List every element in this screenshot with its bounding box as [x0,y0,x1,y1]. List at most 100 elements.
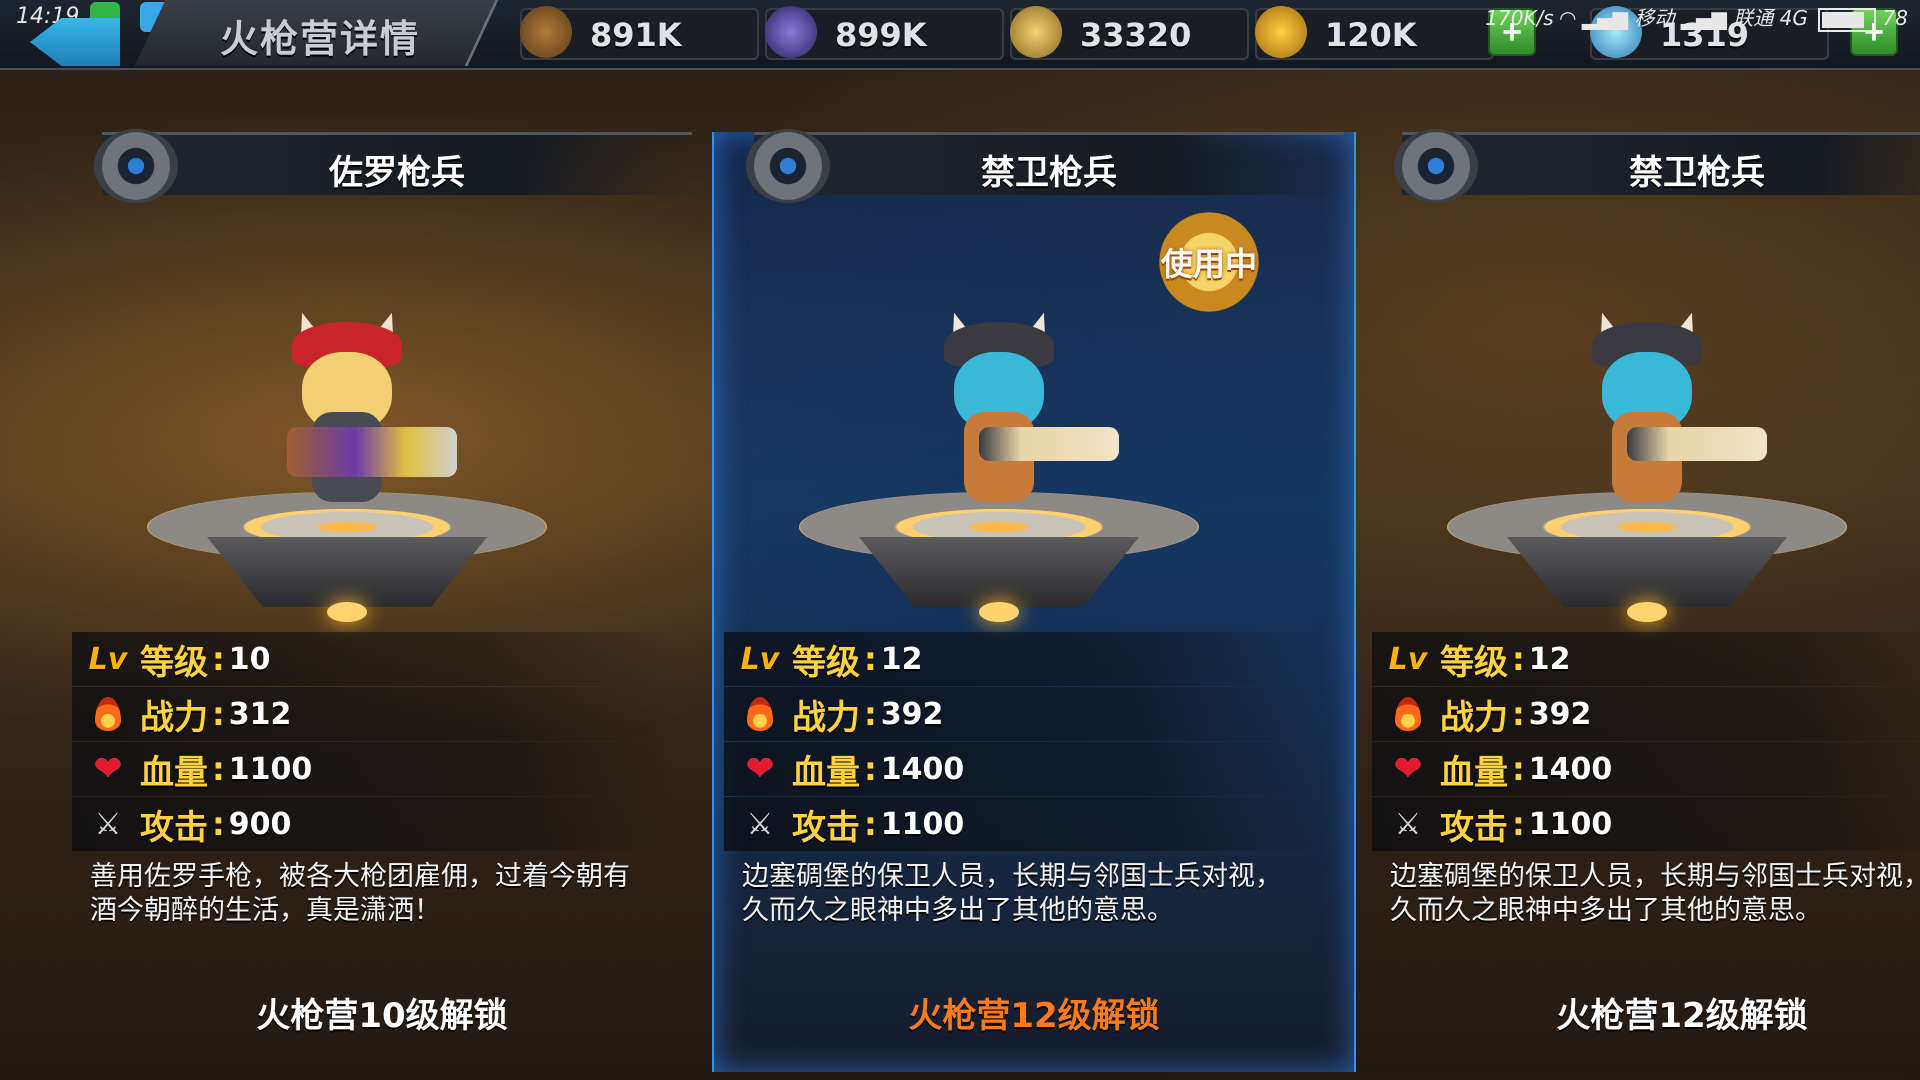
resource-wood: 891K [520,6,759,60]
unit-card-royal-guard-active[interactable]: 禁卫枪兵 使用中 Lv 等级 : 12 战力 : 392 ❤ 血量 : 1400 [712,129,1356,1072]
heart-icon: ❤ [93,749,123,789]
level-icon: Lv [740,641,780,677]
attack-label: 攻击 [792,807,860,848]
food-icon [1010,6,1062,58]
system-status: 170K/s ◠ ▂▄▆ 移动 ▂▄▆ 联通 4G 78 [1485,2,1908,32]
stat-level: Lv 等级 : 10 [72,632,672,686]
unlock-condition[interactable]: 火枪营12级解锁 [1362,988,1920,1037]
stat-hp: ❤ 血量 : 1400 [724,742,1324,796]
page-title: 火枪营详情 [220,17,421,61]
heart-icon: ❤ [745,749,775,789]
unlock-condition[interactable]: 火枪营10级解锁 [62,988,702,1037]
unit-description: 边塞碉堡的保卫人员，长期与邻国士兵对视，久而久之眼神中多出了其他的意思。 [742,861,1282,926]
stat-hp: ❤ 血量 : 1100 [72,742,672,796]
unit-description: 边塞碉堡的保卫人员，长期与邻国士兵对视，久而久之眼神中多出了其他的意思。 [1390,861,1920,926]
attack-label: 攻击 [1440,807,1508,848]
hp-value: 1100 [228,751,313,787]
colon: : [1512,805,1525,843]
heart-icon: ❤ [1393,749,1423,789]
attack-value: 900 [228,806,292,842]
stat-power: 战力 : 312 [72,687,672,741]
level-icon: Lv [1388,641,1428,677]
attack-value: 1100 [1528,806,1613,842]
carrier-1: 移动 [1634,6,1675,30]
level-label: 等级 [792,642,860,683]
stat-attack: ⚔ 攻击 : 900 [72,797,672,851]
unit-card-royal-guard[interactable]: 禁卫枪兵 Lv 等级 : 12 战力 : 392 ❤ 血量 : 1400 ⚔ 攻… [1362,129,1920,1072]
colon: : [864,695,877,733]
stat-hp: ❤ 血量 : 1400 [1372,742,1920,796]
unit-name: 禁卫枪兵 [1629,153,1765,193]
hp-label: 血量 [1440,752,1508,793]
carrier-2: 联通 4G [1733,6,1808,30]
crossed-swords-icon: ⚔ [746,806,774,842]
level-label: 等级 [1440,642,1508,683]
unit-card-zorro-gunner[interactable]: 佐罗枪兵 Lv 等级 : 10 战力 : 312 ❤ 血量 : 1100 ⚔ 攻… [62,129,702,1072]
hero-sprite [909,302,1119,532]
unit-name: 佐罗枪兵 [329,153,465,193]
level-value: 10 [228,641,271,677]
unlock-condition[interactable]: 火枪营12级解锁 [714,988,1354,1037]
hp-value: 1400 [880,751,965,787]
level-value: 12 [1528,641,1571,677]
level-value: 12 [880,641,923,677]
resource-wood-value: 891K [590,16,682,54]
resource-food-value: 33320 [1080,16,1192,54]
colon: : [212,750,225,788]
colon: : [864,805,877,843]
level-icon: Lv [88,641,128,677]
fire-icon [1388,694,1428,734]
unit-name: 禁卫枪兵 [981,153,1117,193]
in-use-badge: 使用中 [1144,212,1274,312]
attack-label: 攻击 [140,807,208,848]
colon: : [212,805,225,843]
hp-label: 血量 [792,752,860,793]
power-value: 312 [228,696,292,732]
crossed-swords-icon: ⚔ [1394,806,1422,842]
power-label: 战力 [1440,697,1508,738]
card-header: 禁卫枪兵 [746,129,1344,203]
stats-panel: Lv 等级 : 10 战力 : 312 ❤ 血量 : 1100 ⚔ 攻击 : 9… [72,632,672,852]
crystal-icon [765,6,817,58]
gold-icon [1255,6,1307,58]
level-label: 等级 [140,642,208,683]
attack-value: 1100 [880,806,965,842]
wifi-icon: ◠ [1560,6,1576,30]
stat-power: 战力 : 392 [724,687,1324,741]
resource-gold: 120K [1255,6,1494,60]
power-label: 战力 [140,697,208,738]
colon: : [1512,750,1525,788]
resource-food: 33320 [1010,6,1249,60]
stat-level: Lv 等级 : 12 [1372,632,1920,686]
hero-sprite [1557,302,1767,532]
resource-crystal: 899K [765,6,1004,60]
fire-icon [88,694,128,734]
power-label: 战力 [792,697,860,738]
stats-panel: Lv 等级 : 12 战力 : 392 ❤ 血量 : 1400 ⚔ 攻击 : 1… [724,632,1324,852]
signal-icon: ▂▄▆ [1581,6,1628,30]
stat-attack: ⚔ 攻击 : 1100 [1372,797,1920,851]
resource-crystal-value: 899K [835,16,927,54]
card-header: 禁卫枪兵 [1394,129,1920,203]
crossed-swords-icon: ⚔ [94,806,122,842]
hp-label: 血量 [140,752,208,793]
top-bar: 14:19 火枪营详情 891K 899K 33320 120K + 1319 … [0,0,1920,70]
stats-panel: Lv 等级 : 12 战力 : 392 ❤ 血量 : 1400 ⚔ 攻击 : 1… [1372,632,1920,852]
colon: : [1512,695,1525,733]
hero-sprite [257,302,457,532]
in-use-label: 使用中 [1160,245,1257,283]
resource-gold-value: 120K [1325,16,1417,54]
fire-icon [740,694,780,734]
power-value: 392 [1528,696,1592,732]
hp-value: 1400 [1528,751,1613,787]
signal-icon: ▂▄▆ [1680,6,1727,30]
card-header: 佐罗枪兵 [94,129,692,203]
stat-attack: ⚔ 攻击 : 1100 [724,797,1324,851]
wood-icon [520,6,572,58]
colon: : [1512,640,1525,678]
unit-description: 善用佐罗手枪，被各大枪团雇佣，过着今朝有酒今朝醉的生活，真是潇洒！ [90,861,630,926]
net-speed: 170K/s [1485,6,1554,30]
battery-icon [1818,7,1877,32]
colon: : [212,640,225,678]
stat-level: Lv 等级 : 12 [724,632,1324,686]
